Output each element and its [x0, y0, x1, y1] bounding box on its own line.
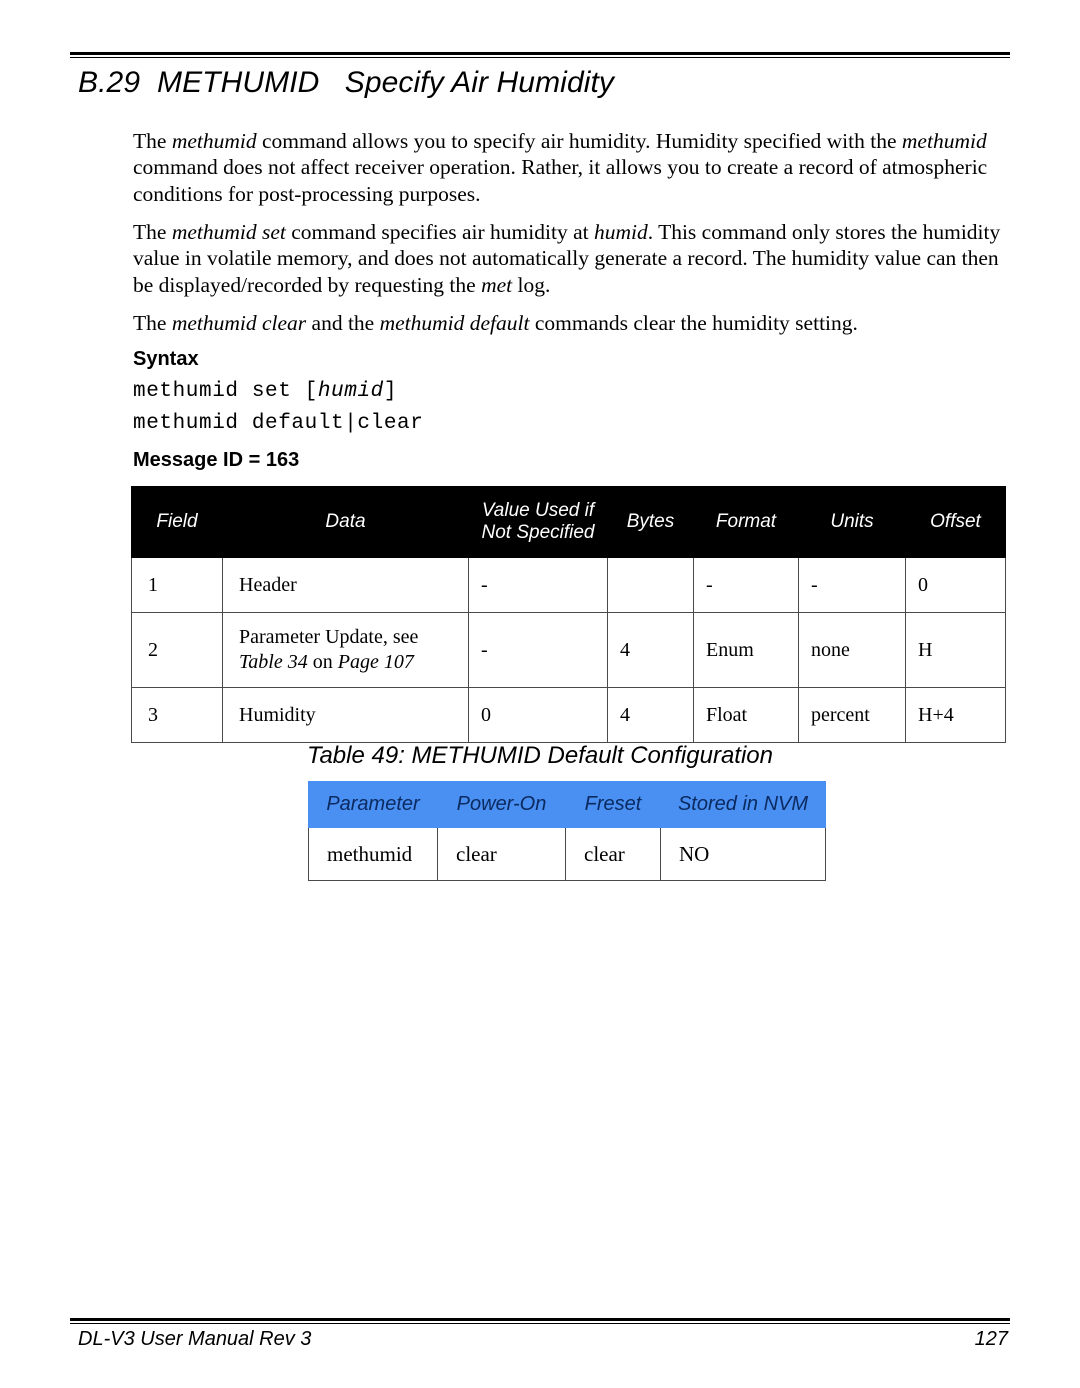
cell-field: 2 [131, 612, 223, 688]
cell-data-page-ref: Page 107 [337, 651, 414, 673]
cell-data: Header [222, 557, 469, 613]
cell-power-on: clear [437, 827, 566, 881]
table-header-row: Field Data Value Used if Not Specified B… [131, 486, 1006, 558]
cell-offset: 0 [905, 557, 1006, 613]
message-structure-table: Field Data Value Used if Not Specified B… [131, 486, 1006, 743]
paragraph-2-emphasis-2: humid [593, 220, 648, 244]
paragraph-1-emphasis-2: methumid [901, 129, 987, 153]
paragraph-3-text-a: The [133, 311, 172, 335]
paragraph-2-text-a: The [133, 220, 172, 244]
table-row: 2 Parameter Update, see Table 34 on Page… [131, 612, 1006, 688]
cell-units: - [798, 557, 906, 613]
cell-bytes [607, 557, 694, 613]
cell-value-used: 0 [468, 687, 608, 743]
syntax-line-set: methumid set [humid] [133, 380, 397, 403]
cell-field: 1 [131, 557, 223, 613]
footer-rule [70, 1318, 1010, 1324]
paragraph-3-text-c: commands clear the humidity setting. [529, 311, 858, 335]
paragraph-overview: The methumid command allows you to speci… [133, 128, 1001, 207]
syntax-line-set-param: humid [317, 380, 384, 403]
paragraph-set-command: The methumid set command specifies air h… [133, 219, 1001, 298]
cell-data: Humidity [222, 687, 469, 743]
cell-stored-in-nvm: NO [660, 827, 826, 881]
column-header-stored-in-nvm: Stored in NVM [660, 781, 826, 828]
paragraph-1-emphasis-1: methumid [171, 129, 257, 153]
cell-format: - [693, 557, 799, 613]
cell-offset: H [905, 612, 1006, 688]
config-table-caption: Table 49: METHUMID Default Configuration [307, 742, 773, 769]
cell-units: percent [798, 687, 906, 743]
cell-units: none [798, 612, 906, 688]
paragraph-1-text-a: The [133, 129, 172, 153]
cell-bytes: 4 [607, 612, 694, 688]
syntax-line-default-clear: methumid default|clear [133, 412, 424, 435]
message-id-heading: Message ID = 163 [133, 449, 300, 471]
column-header-offset: Offset [905, 486, 1006, 558]
column-header-value-used-line1: Value Used if [481, 500, 595, 521]
cell-field: 3 [131, 687, 223, 743]
paragraph-2-emphasis-1: methumid set [171, 220, 286, 244]
cell-value-used: - [468, 612, 608, 688]
syntax-line-set-prefix: methumid set [ [133, 380, 318, 403]
syntax-line-set-suffix: ] [383, 380, 398, 403]
column-header-value-used: Value Used if Not Specified [468, 486, 608, 558]
paragraph-2-text-d: log. [512, 272, 551, 297]
cell-bytes: 4 [607, 687, 694, 743]
cell-data: Parameter Update, see Table 34 on Page 1… [222, 612, 469, 688]
column-header-field: Field [131, 486, 223, 558]
column-header-format: Format [693, 486, 799, 558]
syntax-heading: Syntax [133, 348, 199, 370]
column-header-freset: Freset [565, 781, 661, 828]
column-header-data: Data [222, 486, 469, 558]
header-rule [70, 52, 1010, 58]
footer-page-number: 127 [974, 1328, 1008, 1350]
cell-format: Enum [693, 612, 799, 688]
paragraph-clear-default: The methumid clear and the methumid defa… [133, 310, 1001, 336]
paragraph-2-text-b: command specifies air humidity at [285, 220, 594, 244]
page-title: B.29 METHUMID Specify Air Humidity [78, 66, 615, 99]
cell-freset: clear [565, 827, 661, 881]
table-row: 3 Humidity 0 4 Float percent H+4 [131, 687, 1006, 743]
cell-value-used: - [468, 557, 608, 613]
footer-manual-title: DL-V3 User Manual Rev 3 [78, 1328, 312, 1350]
paragraph-1-text-c: command does not affect receiver operati… [133, 155, 988, 206]
document-page: B.29 METHUMID Specify Air Humidity The m… [0, 0, 1080, 1388]
paragraph-3-emphasis-2: methumid default [379, 311, 530, 335]
cell-offset: H+4 [905, 687, 1006, 743]
paragraph-3-text-b: and the [306, 311, 380, 335]
column-header-value-used-line2: Not Specified [481, 522, 595, 543]
column-header-power-on: Power-On [437, 781, 566, 828]
paragraph-2-emphasis-3: met [481, 272, 513, 297]
paragraph-1-text-b: command allows you to specify air humidi… [256, 129, 902, 153]
default-configuration-table: Parameter Power-On Freset Stored in NVM … [308, 781, 826, 881]
cell-parameter: methumid [308, 827, 438, 881]
table-row: 1 Header - - - 0 [131, 557, 1006, 613]
column-header-units: Units [798, 486, 906, 558]
column-header-bytes: Bytes [607, 486, 694, 558]
cell-data-table-ref: Table 34 [239, 651, 308, 673]
column-header-parameter: Parameter [308, 781, 438, 828]
config-table-header-row: Parameter Power-On Freset Stored in NVM [308, 781, 826, 828]
cell-format: Float [693, 687, 799, 743]
table-row: methumid clear clear NO [308, 827, 826, 881]
paragraph-3-emphasis-1: methumid clear [171, 311, 307, 335]
cell-data-text: Parameter Update, see [239, 626, 419, 648]
cell-data-ref-mid: on [307, 651, 338, 673]
